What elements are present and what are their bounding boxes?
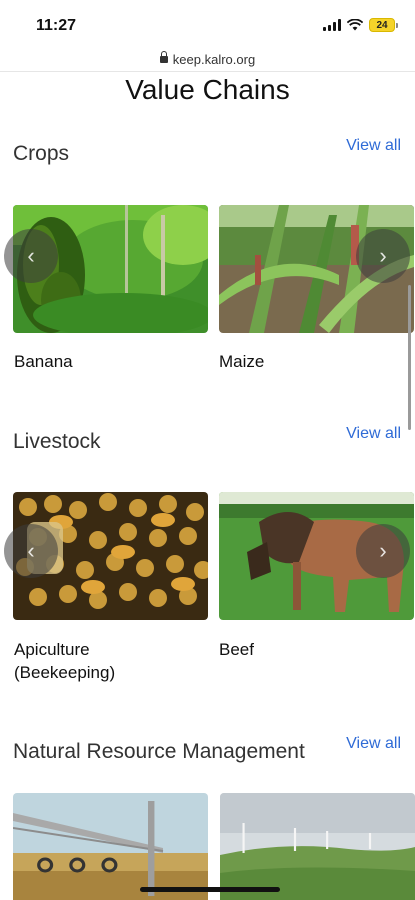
beef-label[interactable]: Beef	[219, 638, 254, 661]
livestock-prev-button[interactable]: ‹	[4, 524, 58, 578]
page-scrollbar[interactable]	[408, 285, 411, 430]
banana-label[interactable]: Banana	[14, 350, 73, 373]
maize-label[interactable]: Maize	[219, 350, 264, 373]
irrigation-card-image[interactable]	[13, 793, 208, 900]
section-title-crops: Crops	[13, 142, 70, 165]
home-indicator[interactable]	[140, 887, 280, 892]
crops-prev-button[interactable]: ‹	[4, 229, 58, 283]
page-title: Value Chains	[125, 74, 290, 105]
wifi-icon	[347, 19, 363, 31]
section-title-livestock: Livestock	[13, 430, 101, 453]
view-all-crops-link[interactable]: View all	[346, 137, 401, 155]
url-text: keep.kalro.org	[172, 52, 256, 67]
battery-icon: 24	[369, 18, 398, 32]
chevron-left-icon: ‹	[27, 243, 35, 268]
view-all-nrm-link[interactable]: View all	[346, 735, 401, 753]
crops-next-button[interactable]: ›	[356, 229, 410, 283]
cellular-signal-icon	[323, 19, 341, 31]
chevron-right-icon: ›	[379, 538, 387, 563]
status-bar: 11:27 24	[0, 0, 415, 48]
apiculture-label[interactable]: Apiculture (Beekeeping)	[14, 638, 164, 684]
status-icons: 24	[323, 18, 398, 32]
livestock-next-button[interactable]: ›	[356, 524, 410, 578]
status-time: 11:27	[36, 17, 77, 34]
view-all-livestock-link[interactable]: View all	[346, 425, 401, 443]
chevron-left-icon: ‹	[27, 538, 35, 563]
lock-icon	[159, 51, 168, 64]
wind-farm-card-image[interactable]	[220, 793, 415, 900]
chevron-right-icon: ›	[379, 243, 387, 268]
address-bar[interactable]: keep.kalro.org	[0, 48, 415, 72]
section-title-nrm: Natural Resource Management	[13, 740, 305, 763]
